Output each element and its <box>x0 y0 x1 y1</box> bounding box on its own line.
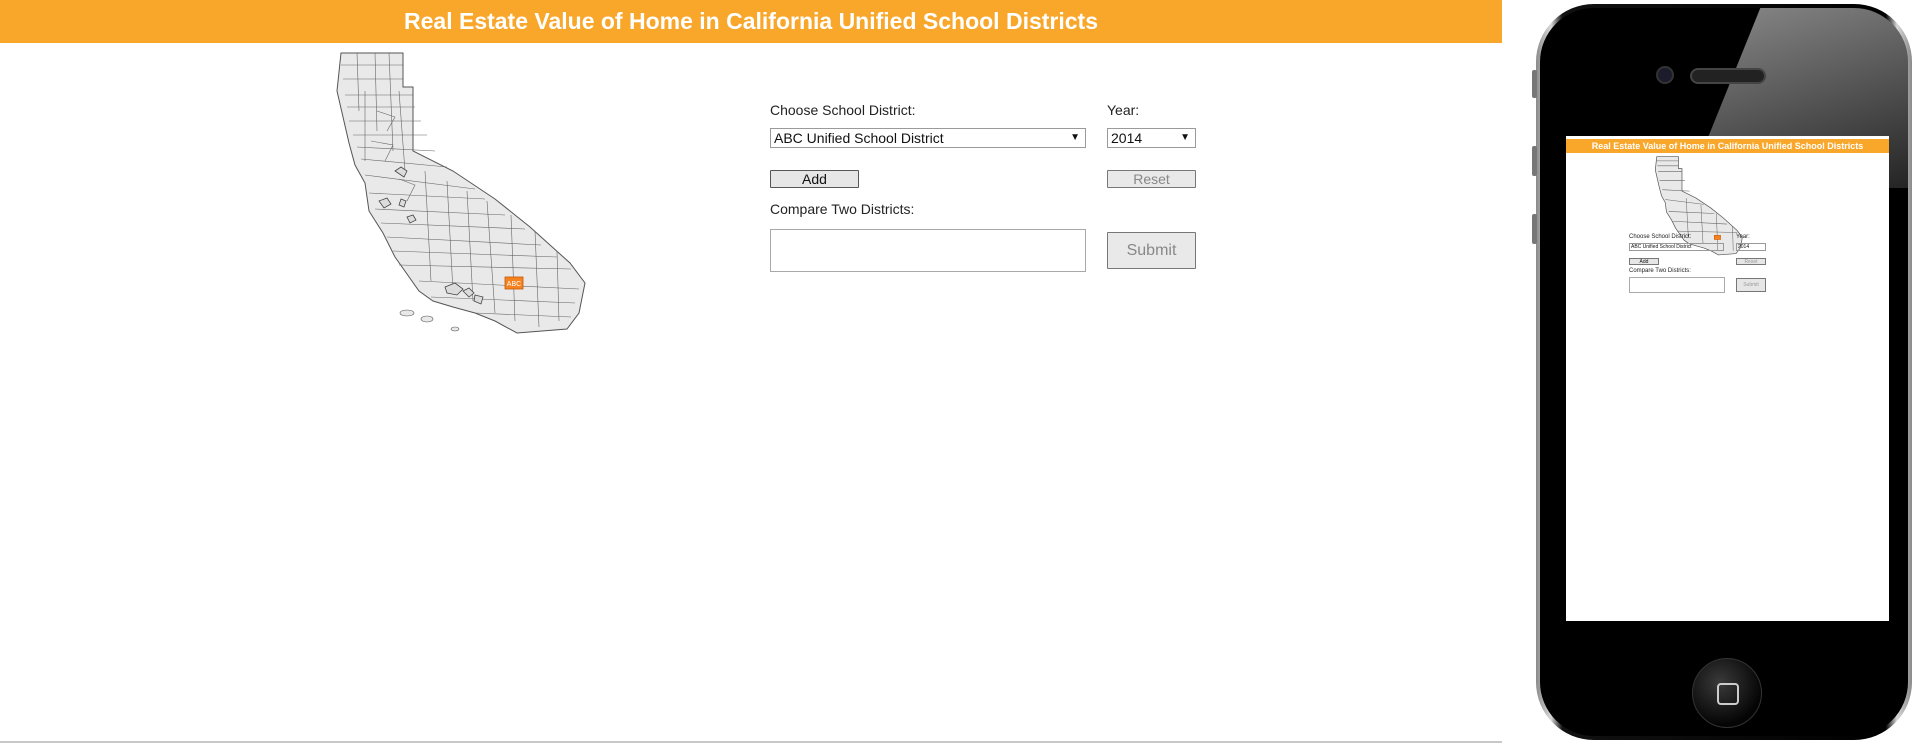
volume-up-button <box>1532 146 1537 176</box>
phone-body: Real Estate Value of Home in California … <box>1540 8 1908 736</box>
compare-districts-input[interactable] <box>770 229 1086 272</box>
mobile-page-title: Real Estate Value of Home in California … <box>1566 139 1889 153</box>
channel-islands <box>399 309 460 332</box>
reset-button[interactable]: Reset <box>1107 170 1196 188</box>
district-label: Choose School District: <box>770 102 916 118</box>
home-button[interactable] <box>1692 658 1762 728</box>
desktop-view: Real Estate Value of Home in California … <box>0 0 1502 743</box>
year-label: Year: <box>1107 102 1140 118</box>
mobile-marker <box>1714 235 1721 240</box>
page-title: Real Estate Value of Home in California … <box>0 0 1502 43</box>
mobile-district-select[interactable]: ABC Unified School District <box>1629 243 1724 251</box>
year-select[interactable]: 2014 ▼ <box>1107 128 1196 148</box>
selected-district-marker[interactable]: ABC <box>504 276 524 290</box>
mobile-year-select[interactable]: 2014 <box>1736 243 1766 251</box>
mute-switch <box>1532 70 1537 98</box>
chevron-down-icon: ▼ <box>1180 132 1190 143</box>
chevron-down-icon: ▼ <box>1070 132 1080 143</box>
mobile-year-select-value: 2014 <box>1738 244 1750 250</box>
compare-label: Compare Two Districts: <box>770 201 915 217</box>
mobile-district-select-value: ABC Unified School District <box>1631 244 1692 250</box>
volume-down-button <box>1532 214 1537 244</box>
mobile-add-button[interactable]: Add <box>1629 258 1659 265</box>
mobile-reset-button[interactable]: Reset <box>1736 258 1766 265</box>
mobile-district-label: Choose School District: <box>1629 234 1692 240</box>
speaker-icon <box>1690 68 1766 84</box>
mobile-california-map[interactable] <box>1654 156 1764 256</box>
mobile-submit-button[interactable]: Submit <box>1736 278 1766 292</box>
camera-icon <box>1656 66 1674 84</box>
year-select-value: 2014 <box>1111 130 1143 146</box>
district-select-value: ABC Unified School District <box>774 130 944 146</box>
phone-screen: Real Estate Value of Home in California … <box>1566 136 1889 621</box>
marker-label: ABC <box>507 281 521 288</box>
submit-button[interactable]: Submit <box>1107 232 1196 269</box>
california-district-map[interactable]: ABC <box>335 51 645 336</box>
add-button[interactable]: Add <box>770 170 859 188</box>
home-square-icon <box>1717 683 1739 705</box>
mobile-compare-input[interactable] <box>1629 277 1725 293</box>
mobile-year-label: Year: <box>1736 234 1750 240</box>
district-select[interactable]: ABC Unified School District ▼ <box>770 128 1086 148</box>
mobile-compare-label: Compare Two Districts: <box>1629 268 1691 274</box>
phone-preview: Real Estate Value of Home in California … <box>1532 4 1912 740</box>
